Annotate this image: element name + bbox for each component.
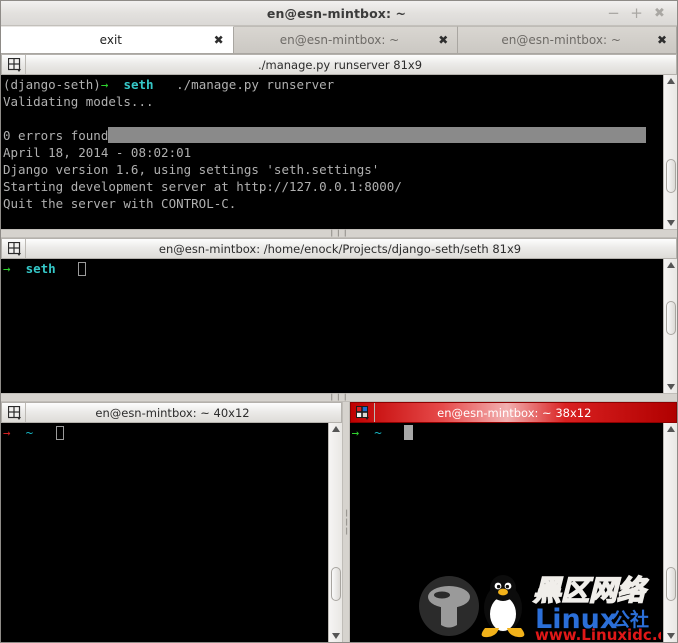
selection-highlight: [108, 127, 647, 143]
scrollbar-thumb[interactable]: [331, 567, 341, 601]
horizontal-splitter-1[interactable]: ❙❙❙: [1, 229, 677, 238]
output-line-quit: Quit the server with CONTROL-C.: [3, 196, 237, 211]
terminal-output-bottom-right[interactable]: → ~: [349, 423, 663, 642]
prompt-path: ~: [25, 425, 34, 440]
scrollbar-track[interactable]: [664, 271, 677, 381]
terminal-grid: ./manage.py runserver 81x9 (django-seth)…: [1, 54, 677, 642]
split-grid-icon[interactable]: [4, 55, 26, 74]
scrollbar-bottom-left[interactable]: [328, 423, 342, 642]
pane-project-title: en@esn-mintbox: /home/enock/Projects/dja…: [158, 241, 522, 256]
prompt-command: ./manage.py runserver: [176, 77, 335, 92]
prompt-arrow-icon: →: [351, 425, 360, 440]
horizontal-splitter-2[interactable]: ❙❙❙: [1, 393, 677, 402]
splitter-grip: ❙❙❙: [342, 508, 351, 536]
pane-runserver-titlebar[interactable]: ./manage.py runserver 81x9: [1, 54, 677, 75]
splitter-grip: ❙❙❙: [328, 393, 350, 401]
prompt-arrow-icon: →: [3, 261, 11, 276]
split-grid-icon[interactable]: [4, 403, 26, 422]
splitter-grip: ❙❙❙: [328, 229, 350, 237]
minimize-button[interactable]: −: [602, 2, 625, 24]
terminal-output-runserver[interactable]: (django-seth)→ seth ./manage.py runserve…: [1, 75, 663, 229]
scrollbar-track[interactable]: [664, 87, 677, 217]
output-line-date: April 18, 2014 - 08:02:01: [3, 145, 192, 160]
scrollbar-runserver[interactable]: [663, 75, 677, 229]
prompt-user: seth: [123, 77, 154, 92]
terminal-output-bottom-left[interactable]: → ~: [1, 423, 328, 642]
terminator-window: en@esn-mintbox: ~ − + ✖ exit ✖ en@esn-mi…: [0, 0, 678, 643]
scrollbar-thumb[interactable]: [666, 567, 676, 601]
tab-close-icon[interactable]: ✖: [654, 32, 670, 48]
tab-label: en@esn-mintbox: ~: [501, 33, 621, 47]
maximize-button[interactable]: +: [625, 2, 648, 24]
scroll-down-icon[interactable]: [666, 384, 675, 390]
tab-terminal-2[interactable]: en@esn-mintbox: ~ ✖: [233, 26, 459, 53]
tab-label: en@esn-mintbox: ~: [279, 33, 400, 47]
pane-runserver-title: ./manage.py runserver 81x9: [257, 57, 423, 72]
pane-bottom-left-titlebar[interactable]: en@esn-mintbox: ~ 40x12: [1, 402, 342, 423]
scroll-down-icon[interactable]: [666, 633, 675, 639]
prompt-path: ~: [374, 425, 382, 440]
scrollbar-track[interactable]: [664, 435, 677, 630]
pane-row-top: ./manage.py runserver 81x9 (django-seth)…: [1, 54, 677, 229]
tab-exit[interactable]: exit ✖: [1, 26, 234, 53]
prompt-env: (django-seth): [3, 77, 101, 92]
scroll-up-icon[interactable]: [666, 262, 675, 268]
scroll-up-icon[interactable]: [666, 78, 675, 84]
window-controls: − + ✖: [602, 2, 677, 24]
pane-bottom-right-body[interactable]: → ~ 黑区网络 Linux 公社 www.Linuxidc.: [349, 423, 677, 642]
pane-row-bottom: en@esn-mintbox: ~ 40x12 → ~ ❙❙❙ en@esn-m…: [1, 402, 677, 642]
scrollbar-bottom-right[interactable]: [663, 423, 677, 642]
scroll-up-icon[interactable]: [666, 426, 675, 432]
pane-row-middle: en@esn-mintbox: /home/enock/Projects/dja…: [1, 238, 677, 393]
tab-label: exit: [99, 33, 122, 47]
scrollbar-project[interactable]: [663, 259, 677, 393]
vertical-splitter[interactable]: ❙❙❙: [342, 402, 351, 642]
pane-project[interactable]: en@esn-mintbox: /home/enock/Projects/dja…: [1, 238, 677, 393]
pane-runserver[interactable]: ./manage.py runserver 81x9 (django-seth)…: [1, 54, 677, 229]
pane-bottom-right[interactable]: en@esn-mintbox: ~ 38x12 → ~ 黑区网络 Linux 公…: [349, 402, 677, 642]
tab-close-icon[interactable]: ✖: [435, 32, 451, 48]
terminal-cursor: [78, 262, 87, 276]
pane-bottom-left-title: en@esn-mintbox: ~ 40x12: [95, 405, 250, 420]
split-grid-icon[interactable]: [4, 239, 26, 258]
split-grid-icon-active[interactable]: [353, 403, 375, 422]
pane-runserver-body[interactable]: (django-seth)→ seth ./manage.py runserve…: [1, 75, 677, 229]
pane-bottom-left[interactable]: en@esn-mintbox: ~ 40x12 → ~: [1, 402, 342, 642]
scroll-down-icon[interactable]: [331, 633, 340, 639]
output-line-server: Starting development server at http://12…: [3, 179, 402, 194]
scroll-up-icon[interactable]: [331, 426, 340, 432]
tab-terminal-3[interactable]: en@esn-mintbox: ~ ✖: [458, 26, 677, 53]
tab-bar: exit ✖ en@esn-mintbox: ~ ✖ en@esn-mintbo…: [1, 26, 677, 54]
terminal-cursor: [404, 425, 414, 440]
output-line-errors: 0 errors found: [3, 128, 109, 143]
window-title: en@esn-mintbox: ~: [266, 5, 407, 21]
prompt-arrow-icon: →: [3, 425, 11, 440]
scrollbar-thumb[interactable]: [666, 301, 676, 335]
scrollbar-track[interactable]: [329, 435, 342, 630]
terminal-cursor: [55, 426, 64, 440]
pane-project-titlebar[interactable]: en@esn-mintbox: /home/enock/Projects/dja…: [1, 238, 677, 259]
scroll-down-icon[interactable]: [666, 220, 675, 226]
output-line-validating: Validating models...: [3, 94, 154, 109]
prompt-arrow-icon: →: [100, 77, 109, 92]
tab-close-icon[interactable]: ✖: [211, 32, 227, 48]
pane-bottom-left-body[interactable]: → ~: [1, 423, 342, 642]
pane-project-body[interactable]: → seth: [1, 259, 677, 393]
pane-bottom-right-title: en@esn-mintbox: ~ 38x12: [437, 405, 592, 420]
terminal-output-project[interactable]: → seth: [1, 259, 663, 393]
window-titlebar[interactable]: en@esn-mintbox: ~ − + ✖: [1, 1, 677, 26]
pane-bottom-right-titlebar[interactable]: en@esn-mintbox: ~ 38x12: [349, 402, 677, 423]
prompt-user: seth: [25, 261, 56, 276]
close-button[interactable]: ✖: [648, 2, 671, 24]
scrollbar-thumb[interactable]: [666, 159, 676, 193]
output-line-version: Django version 1.6, using settings 'seth…: [3, 162, 380, 177]
